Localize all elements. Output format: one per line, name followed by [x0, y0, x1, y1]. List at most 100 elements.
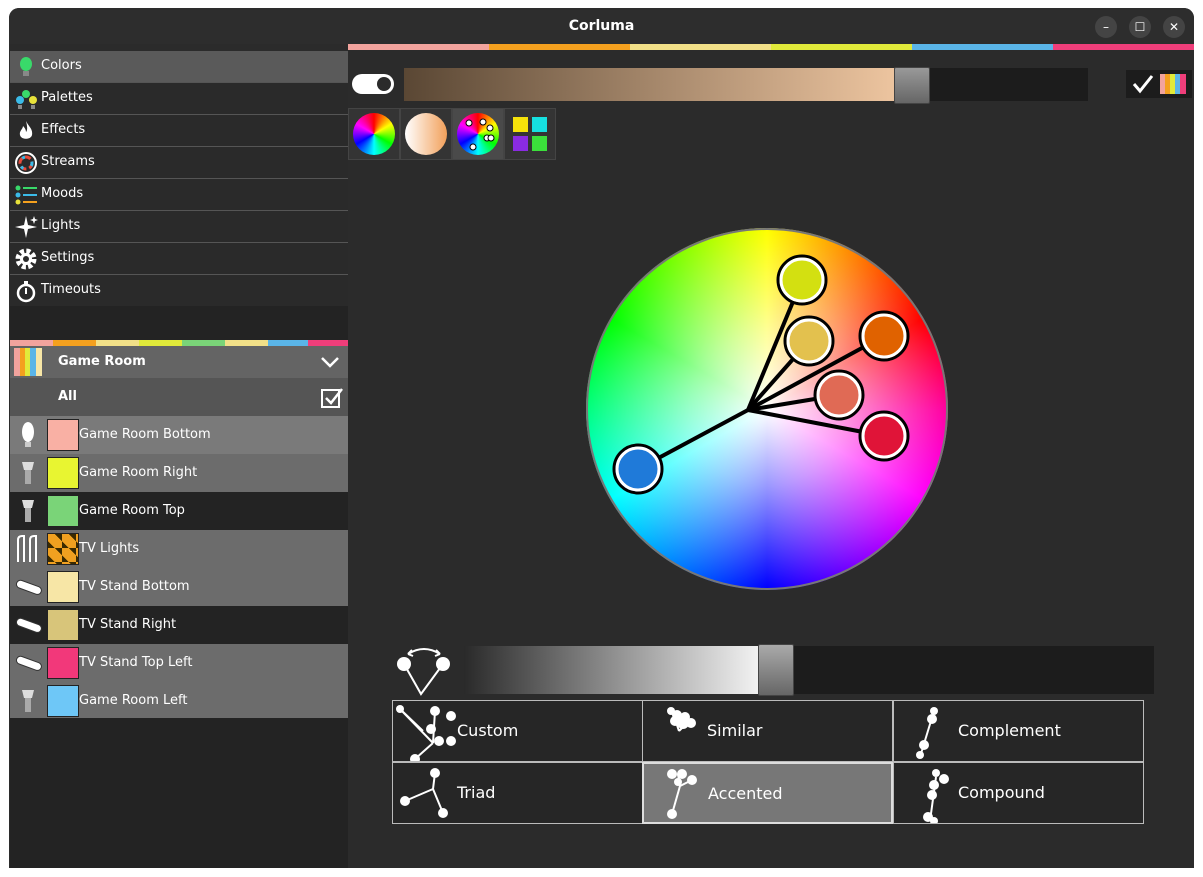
- accent-stripe: [348, 44, 1194, 50]
- accented-mode-icon: [667, 769, 697, 819]
- light-color-swatch: [47, 419, 79, 451]
- nav-item-settings[interactable]: Settings: [10, 243, 348, 275]
- harmony-mode-grid: Custom Similar Complement Triad Accented…: [392, 700, 1144, 824]
- lamp-bulb-icon: [22, 500, 34, 522]
- light-row[interactable]: TV Stand Bottom: [10, 568, 348, 606]
- nav-item-effects[interactable]: Effects: [10, 115, 348, 147]
- light-color-swatch: [47, 647, 79, 679]
- light-name: Game Room Left: [79, 693, 188, 708]
- spread-handle[interactable]: [758, 644, 794, 696]
- light-name: Game Room Bottom: [79, 427, 211, 442]
- brightness-handle[interactable]: [894, 67, 930, 104]
- brightness-fill: [404, 68, 912, 101]
- bulb-icon: [20, 57, 32, 76]
- similar-mode-icon: [667, 707, 696, 732]
- harmony-label: Complement: [958, 721, 1061, 740]
- harmony-label: Custom: [457, 721, 519, 740]
- group-header[interactable]: Game Room: [10, 346, 348, 378]
- harmony-label: Similar: [707, 721, 763, 740]
- nav-item-colors[interactable]: Colors: [10, 51, 348, 83]
- custom-mode-button[interactable]: Custom: [392, 700, 643, 762]
- checkbox-checked-icon[interactable]: [321, 387, 343, 409]
- palette-stripes-icon: [14, 348, 42, 376]
- select-all-row[interactable]: All: [10, 378, 348, 416]
- minimize-button[interactable]: –: [1095, 16, 1117, 38]
- nav-label: Lights: [41, 218, 81, 233]
- custom-mode-icon: [396, 705, 456, 761]
- brightness-slider[interactable]: [404, 67, 1088, 104]
- maximize-button[interactable]: ☐: [1129, 16, 1151, 38]
- nav-item-timeouts[interactable]: Timeouts: [10, 275, 348, 306]
- light-name: TV Stand Bottom: [79, 579, 190, 594]
- light-row[interactable]: Game Room Top: [10, 492, 348, 530]
- color-point[interactable]: [776, 254, 828, 306]
- spread-slider[interactable]: [464, 644, 1154, 696]
- nav-label: Streams: [41, 154, 95, 169]
- power-toggle[interactable]: [352, 74, 394, 94]
- light-color-swatch: [47, 457, 79, 489]
- nav-item-moods[interactable]: Moods: [10, 179, 348, 211]
- select-palette-button[interactable]: [1126, 70, 1192, 98]
- compound-mode-button[interactable]: Compound: [893, 762, 1144, 824]
- palette-stripes-icon: [1160, 74, 1186, 94]
- triad-mode-icon: [400, 768, 448, 818]
- light-row[interactable]: TV Stand Top Left: [10, 644, 348, 682]
- tab-temperature[interactable]: [400, 108, 452, 160]
- spread-icon: [397, 648, 450, 696]
- nav-label: Settings: [41, 250, 95, 265]
- nav-label: Effects: [41, 122, 86, 137]
- light-color-swatch: [47, 533, 79, 565]
- tab-multi-color[interactable]: [452, 108, 504, 160]
- light-row[interactable]: Game Room Left: [10, 682, 348, 718]
- app-window: Corluma – ☐ ✕ Colors Palettes Effects St…: [9, 8, 1194, 868]
- light-row[interactable]: Game Room Bottom: [10, 416, 348, 454]
- accented-mode-button[interactable]: Accented: [642, 762, 893, 824]
- nav-label: Palettes: [41, 90, 93, 105]
- similar-mode-button[interactable]: Similar: [642, 700, 893, 762]
- moods-list-icon: [15, 185, 37, 205]
- stopwatch-icon: [16, 281, 36, 303]
- color-point[interactable]: [858, 410, 910, 462]
- triad-mode-button[interactable]: Triad: [392, 762, 643, 824]
- nav-label: Timeouts: [41, 282, 101, 297]
- main-panel: Custom Similar Complement Triad Accented…: [348, 44, 1194, 868]
- light-bar-icon: [15, 617, 42, 633]
- harmony-overlay: [612, 254, 910, 495]
- bulb-icon: [22, 422, 34, 447]
- color-point[interactable]: [858, 310, 910, 362]
- gear-icon: [15, 248, 37, 270]
- checkmark-icon: [1132, 75, 1154, 94]
- color-wheel[interactable]: [586, 228, 948, 590]
- lamp-bulb-icon: [22, 462, 34, 484]
- light-row[interactable]: TV Stand Right: [10, 606, 348, 644]
- color-point[interactable]: [612, 443, 664, 495]
- compound-mode-icon: [923, 769, 949, 823]
- harmony-label: Triad: [457, 783, 496, 802]
- light-row[interactable]: TV Lights: [10, 530, 348, 568]
- light-name: TV Lights: [79, 541, 140, 556]
- nav-item-streams[interactable]: Streams: [10, 147, 348, 179]
- light-color-swatch: [47, 609, 79, 641]
- complement-mode-button[interactable]: Complement: [893, 700, 1144, 762]
- tab-color-grid[interactable]: [504, 108, 556, 160]
- sparkle-icon: [15, 216, 38, 238]
- light-bar-icon: [15, 579, 42, 595]
- tab-rgb-wheel[interactable]: [348, 108, 400, 160]
- temperature-icon: [405, 113, 447, 155]
- light-row[interactable]: Game Room Right: [10, 454, 348, 492]
- nav-item-lights[interactable]: Lights: [10, 211, 348, 243]
- light-name: Game Room Right: [79, 465, 198, 480]
- light-group-panel: Game Room All Game Room Bottom Game Room…: [10, 340, 348, 718]
- chevron-down-icon[interactable]: [320, 354, 340, 370]
- multi-color-wheel-icon: [457, 113, 499, 155]
- color-point[interactable]: [813, 369, 865, 421]
- light-bar-icon: [15, 655, 42, 671]
- close-button[interactable]: ✕: [1163, 16, 1185, 38]
- light-strip-icon: [17, 535, 37, 562]
- flame-icon: [19, 121, 33, 139]
- color-point[interactable]: [783, 315, 835, 367]
- nav-item-palettes[interactable]: Palettes: [10, 83, 348, 115]
- light-color-swatch: [47, 495, 79, 527]
- complement-mode-icon: [916, 707, 938, 759]
- nav-label: Colors: [41, 58, 82, 73]
